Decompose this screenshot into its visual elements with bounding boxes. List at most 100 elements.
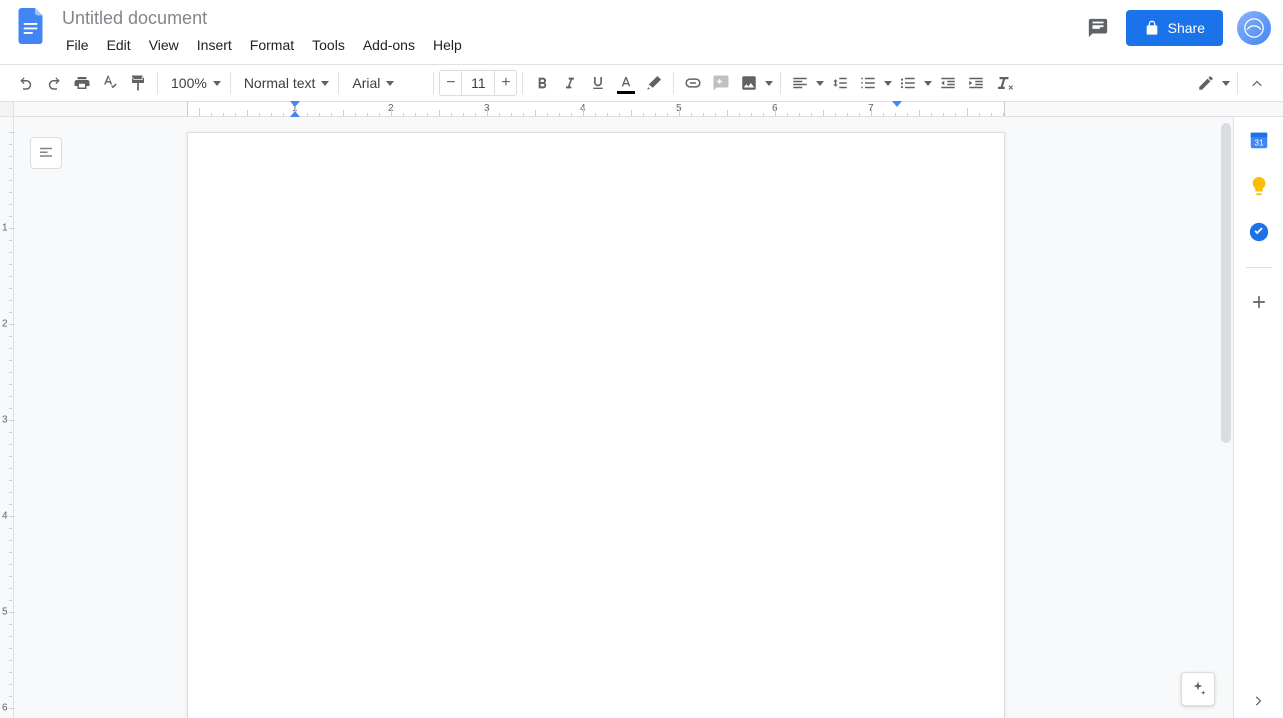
menu-file[interactable]: File [58, 33, 97, 57]
chevron-down-icon [321, 81, 329, 86]
ruler-tick [823, 110, 824, 116]
bulleted-list-dropdown-arrow[interactable] [922, 69, 934, 97]
highlighter-icon [645, 74, 663, 92]
ruler-tick [439, 110, 440, 116]
underline-button[interactable] [584, 69, 612, 97]
align-dropdown-arrow[interactable] [814, 69, 826, 97]
bold-button[interactable] [528, 69, 556, 97]
ruler-tick [931, 113, 932, 116]
menu-format[interactable]: Format [242, 33, 302, 57]
spellcheck-icon [101, 74, 119, 92]
ruler-body[interactable]: 1234567 [14, 102, 1283, 116]
menu-addons[interactable]: Add-ons [355, 33, 423, 57]
ruler-tick [367, 113, 368, 116]
hide-sidepanel-button[interactable] [1252, 694, 1266, 708]
font-size-input[interactable] [461, 70, 495, 96]
menu-help[interactable]: Help [425, 33, 470, 57]
vruler-tick [9, 468, 12, 469]
vruler-tick [9, 168, 12, 169]
vruler-tick [9, 636, 12, 637]
vruler-number: 2 [2, 319, 8, 330]
print-button[interactable] [68, 69, 96, 97]
vruler-tick [9, 672, 12, 673]
show-outline-button[interactable] [30, 137, 62, 169]
decrease-indent-button[interactable] [934, 69, 962, 97]
paint-format-button[interactable] [124, 69, 152, 97]
italic-button[interactable] [556, 69, 584, 97]
add-comment-button[interactable] [707, 69, 735, 97]
text-color-button[interactable] [612, 69, 640, 97]
bold-icon [534, 75, 550, 91]
redo-button[interactable] [40, 69, 68, 97]
bulleted-list-button[interactable] [894, 69, 934, 97]
chevron-down-icon [765, 81, 773, 86]
numbered-list-dropdown-arrow[interactable] [882, 69, 894, 97]
vruler-tick [9, 156, 12, 157]
text-color-swatch [617, 91, 635, 94]
vertical-ruler[interactable]: 123456 [0, 117, 14, 718]
menu-insert[interactable]: Insert [189, 33, 240, 57]
horizontal-ruler[interactable]: 1234567 [0, 102, 1283, 117]
scrollbar-thumb[interactable] [1221, 123, 1231, 443]
header-right: Share [1084, 6, 1271, 46]
menu-tools[interactable]: Tools [304, 33, 353, 57]
hide-menus-button[interactable] [1243, 69, 1271, 97]
clear-formatting-button[interactable] [990, 69, 1018, 97]
undo-button[interactable] [12, 69, 40, 97]
highlight-color-button[interactable] [640, 69, 668, 97]
comments-button[interactable] [1084, 14, 1112, 42]
ruler-tick [787, 113, 788, 116]
font-family-dropdown[interactable]: Arial [344, 69, 428, 97]
ruler-tick [283, 113, 284, 116]
menu-edit[interactable]: Edit [99, 33, 139, 57]
right-indent-marker[interactable] [892, 101, 902, 107]
vruler-tick [9, 600, 12, 601]
get-addons-button[interactable] [1249, 292, 1269, 312]
line-spacing-button[interactable] [826, 69, 854, 97]
zoom-dropdown[interactable]: 100% [163, 69, 225, 97]
ruler-tick [703, 113, 704, 116]
tasks-addon[interactable] [1248, 221, 1270, 243]
decrease-indent-icon [939, 74, 957, 92]
ruler-tick [955, 113, 956, 116]
document-canvas[interactable] [14, 117, 1233, 718]
editing-mode-button[interactable] [1192, 69, 1232, 97]
paragraph-style-dropdown[interactable]: Normal text [236, 69, 334, 97]
vruler-tick [9, 588, 12, 589]
increase-indent-button[interactable] [962, 69, 990, 97]
spellcheck-button[interactable] [96, 69, 124, 97]
insert-image-button[interactable] [735, 69, 775, 97]
ruler-tick [799, 113, 800, 116]
side-panel: 31 [1233, 117, 1283, 718]
document-page[interactable] [187, 132, 1005, 718]
chevron-down-icon [386, 81, 394, 86]
font-size-decrease[interactable]: − [439, 70, 461, 96]
toolbar-separator [522, 72, 523, 94]
vertical-scrollbar[interactable] [1221, 117, 1231, 718]
ruler-tick [715, 113, 716, 116]
share-button[interactable]: Share [1126, 10, 1223, 46]
ruler-tick [223, 113, 224, 116]
account-avatar[interactable] [1237, 11, 1271, 45]
insert-link-button[interactable] [679, 69, 707, 97]
menu-view[interactable]: View [141, 33, 187, 57]
align-button[interactable] [786, 69, 826, 97]
vruler-tick [9, 432, 12, 433]
workarea: 123456 31 [0, 117, 1283, 718]
image-dropdown-arrow[interactable] [763, 69, 775, 97]
first-line-indent-marker[interactable] [290, 101, 300, 107]
docs-logo[interactable] [12, 6, 52, 46]
ruler-tick [415, 113, 416, 116]
numbered-list-button[interactable] [854, 69, 894, 97]
vruler-tick [9, 576, 12, 577]
document-title[interactable]: Untitled document [58, 6, 1084, 31]
calendar-addon[interactable]: 31 [1248, 129, 1270, 151]
font-size-increase[interactable]: + [495, 70, 517, 96]
plus-icon [1249, 292, 1269, 312]
style-value: Normal text [244, 75, 316, 91]
svg-text:31: 31 [1254, 139, 1264, 148]
editing-mode-dropdown-arrow[interactable] [1220, 69, 1232, 97]
explore-button[interactable] [1181, 672, 1215, 706]
keep-addon[interactable] [1248, 175, 1270, 197]
vruler-tick [9, 696, 12, 697]
